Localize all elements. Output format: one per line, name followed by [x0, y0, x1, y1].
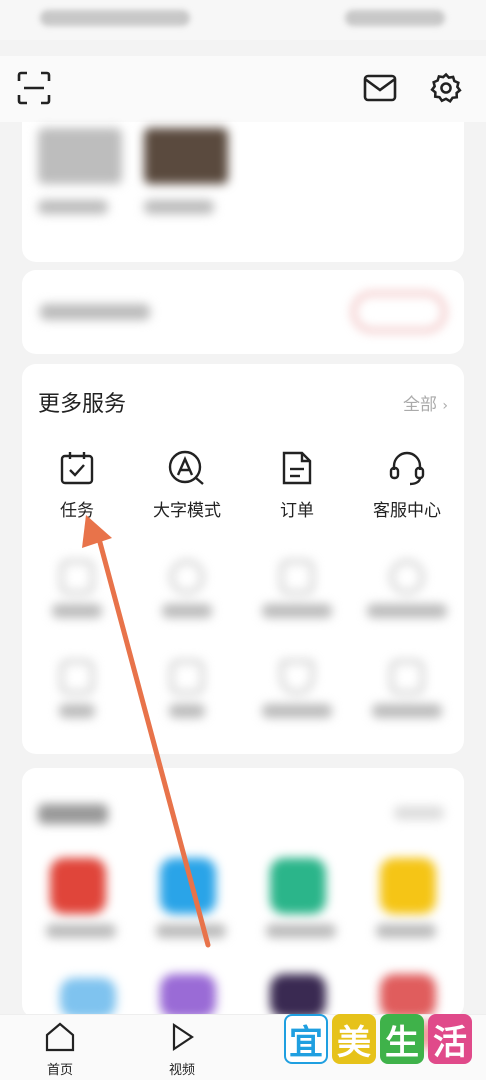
- annotation-arrow: [82, 515, 211, 948]
